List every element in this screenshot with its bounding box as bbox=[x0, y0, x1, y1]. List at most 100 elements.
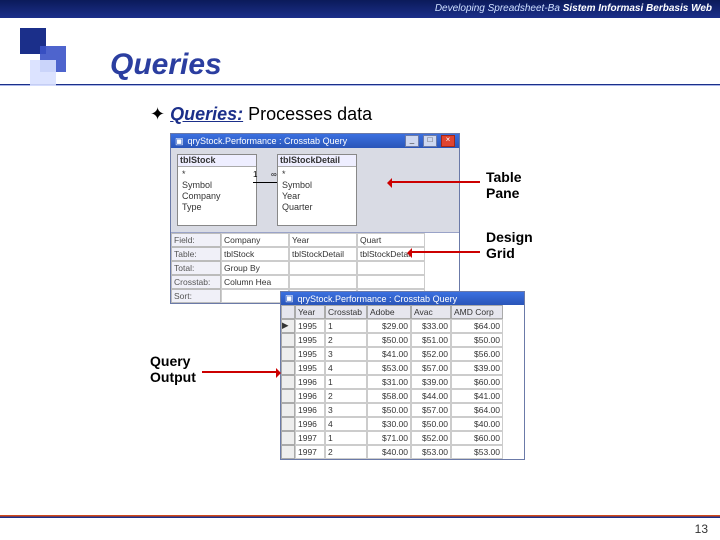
datasheet-cell: 1997 bbox=[295, 445, 325, 459]
datasheet-cell: $50.00 bbox=[367, 403, 411, 417]
header-right: Sistem Informasi Berbasis Web bbox=[563, 3, 712, 14]
grid-cell[interactable]: Company bbox=[221, 233, 289, 247]
arrow-query-output bbox=[202, 371, 278, 373]
arrow-table-pane bbox=[390, 181, 480, 183]
title-rule bbox=[0, 84, 720, 86]
design-window-titlebar: ▣ qryStock.Performance : Crosstab Query … bbox=[171, 134, 459, 148]
grid-row-header: Total: bbox=[171, 261, 221, 275]
grid-cell[interactable] bbox=[289, 275, 357, 289]
row-selector[interactable] bbox=[281, 417, 295, 431]
datasheet-cell: $33.00 bbox=[411, 319, 451, 333]
window-icon: ▣ bbox=[175, 136, 184, 147]
table-field: * bbox=[282, 169, 352, 180]
datasheet-col-header: Avac bbox=[411, 305, 451, 319]
datasheet-cell: $53.00 bbox=[367, 361, 411, 375]
datasheet-cell: $40.00 bbox=[451, 417, 503, 431]
datasheet-cell: $29.00 bbox=[367, 319, 411, 333]
datasheet-cell: 3 bbox=[325, 403, 367, 417]
table-field: Year bbox=[282, 191, 352, 202]
grid-cell[interactable] bbox=[289, 261, 357, 275]
page-number: 13 bbox=[695, 522, 708, 536]
datasheet-cell: 1995 bbox=[295, 347, 325, 361]
output-window-titlebar: ▣ qryStock.Performance : Crosstab Query bbox=[281, 292, 524, 305]
row-selector[interactable] bbox=[281, 445, 295, 459]
datasheet-col-header bbox=[281, 305, 295, 319]
datasheet-cell: 2 bbox=[325, 445, 367, 459]
header-left: Developing Spreadsheet-Ba bbox=[435, 3, 560, 14]
datasheet-cell: $71.00 bbox=[367, 431, 411, 445]
row-selector[interactable] bbox=[281, 403, 295, 417]
minimize-button[interactable]: _ bbox=[405, 135, 419, 147]
datasheet-cell: $39.00 bbox=[411, 375, 451, 389]
datasheet-cell: $39.00 bbox=[451, 361, 503, 375]
datasheet-cell: 1996 bbox=[295, 375, 325, 389]
subtitle-lead: Queries: bbox=[170, 104, 243, 124]
label-table-pane: Table Pane bbox=[486, 169, 522, 201]
datasheet-cell: 1 bbox=[325, 431, 367, 445]
output-window-title: qryStock.Performance : Crosstab Query bbox=[298, 294, 458, 304]
grid-cell[interactable] bbox=[221, 289, 289, 303]
row-selector[interactable] bbox=[281, 389, 295, 403]
datasheet-cell: $64.00 bbox=[451, 319, 503, 333]
datasheet-cell: 4 bbox=[325, 361, 367, 375]
grid-cell[interactable]: tblStock bbox=[221, 247, 289, 261]
window-icon: ▣ bbox=[285, 293, 294, 304]
grid-row-header: Sort: bbox=[171, 289, 221, 303]
slide-title: Queries bbox=[0, 48, 720, 82]
datasheet-cell: $51.00 bbox=[411, 333, 451, 347]
datasheet-cell: $30.00 bbox=[367, 417, 411, 431]
table-box-right: tblStockDetail * Symbol Year Quarter bbox=[277, 154, 357, 226]
row-selector[interactable] bbox=[281, 333, 295, 347]
output-window: ▣ qryStock.Performance : Crosstab Query … bbox=[280, 291, 525, 460]
close-button[interactable]: × bbox=[441, 135, 455, 147]
row-selector[interactable] bbox=[281, 431, 295, 445]
datasheet-cell: $41.00 bbox=[451, 389, 503, 403]
datasheet-cell: 1995 bbox=[295, 361, 325, 375]
table-field: Quarter bbox=[282, 202, 352, 213]
datasheet-cell: $60.00 bbox=[451, 375, 503, 389]
label-query-output: Query Output bbox=[150, 353, 196, 385]
table-field: Type bbox=[182, 202, 252, 213]
datasheet-col-header: AMD Corp bbox=[451, 305, 503, 319]
table-field: Symbol bbox=[282, 180, 352, 191]
grid-row-header: Crosstab: bbox=[171, 275, 221, 289]
datasheet-cell: $40.00 bbox=[367, 445, 411, 459]
datasheet-cell: $56.00 bbox=[451, 347, 503, 361]
table-box-left: tblStock * Symbol Company Type bbox=[177, 154, 257, 226]
datasheet-cell: 2 bbox=[325, 333, 367, 347]
datasheet-cell: $53.00 bbox=[411, 445, 451, 459]
datasheet-cell: $50.00 bbox=[451, 333, 503, 347]
maximize-button[interactable]: □ bbox=[423, 135, 437, 147]
grid-cell[interactable]: Column Hea bbox=[221, 275, 289, 289]
table-field: Symbol bbox=[182, 180, 252, 191]
grid-cell[interactable]: Year bbox=[289, 233, 357, 247]
grid-cell[interactable] bbox=[357, 261, 425, 275]
datasheet-cell: $31.00 bbox=[367, 375, 411, 389]
datasheet-cell: $52.00 bbox=[411, 347, 451, 361]
grid-cell[interactable]: Quart bbox=[357, 233, 425, 247]
grid-row-header: Field: bbox=[171, 233, 221, 247]
grid-cell[interactable] bbox=[357, 275, 425, 289]
datasheet-cell: $60.00 bbox=[451, 431, 503, 445]
datasheet-cell: $44.00 bbox=[411, 389, 451, 403]
grid-cell[interactable]: tblStockDetail bbox=[357, 247, 425, 261]
datasheet-cell: 1996 bbox=[295, 403, 325, 417]
datasheet-cell: 1997 bbox=[295, 431, 325, 445]
relationship-card-right: ∞ bbox=[271, 170, 277, 179]
table-field: Company bbox=[182, 191, 252, 202]
datasheet-cell: $50.00 bbox=[411, 417, 451, 431]
grid-cell[interactable]: Group By bbox=[221, 261, 289, 275]
row-selector[interactable]: ▶ bbox=[281, 319, 295, 333]
design-window-title: qryStock.Performance : Crosstab Query bbox=[188, 136, 348, 146]
grid-cell[interactable]: tblStockDetail bbox=[289, 247, 357, 261]
datasheet-cell: 2 bbox=[325, 389, 367, 403]
datasheet-cell: $53.00 bbox=[451, 445, 503, 459]
datasheet-cell: $52.00 bbox=[411, 431, 451, 445]
row-selector[interactable] bbox=[281, 347, 295, 361]
datasheet-cell: 4 bbox=[325, 417, 367, 431]
arrow-design-grid bbox=[410, 251, 480, 253]
relationship-card-left: 1 bbox=[253, 170, 257, 179]
datasheet-cell: 1995 bbox=[295, 319, 325, 333]
table-box-right-name: tblStockDetail bbox=[278, 155, 356, 167]
header-bar: Developing Spreadsheet-Ba Sistem Informa… bbox=[0, 0, 720, 18]
